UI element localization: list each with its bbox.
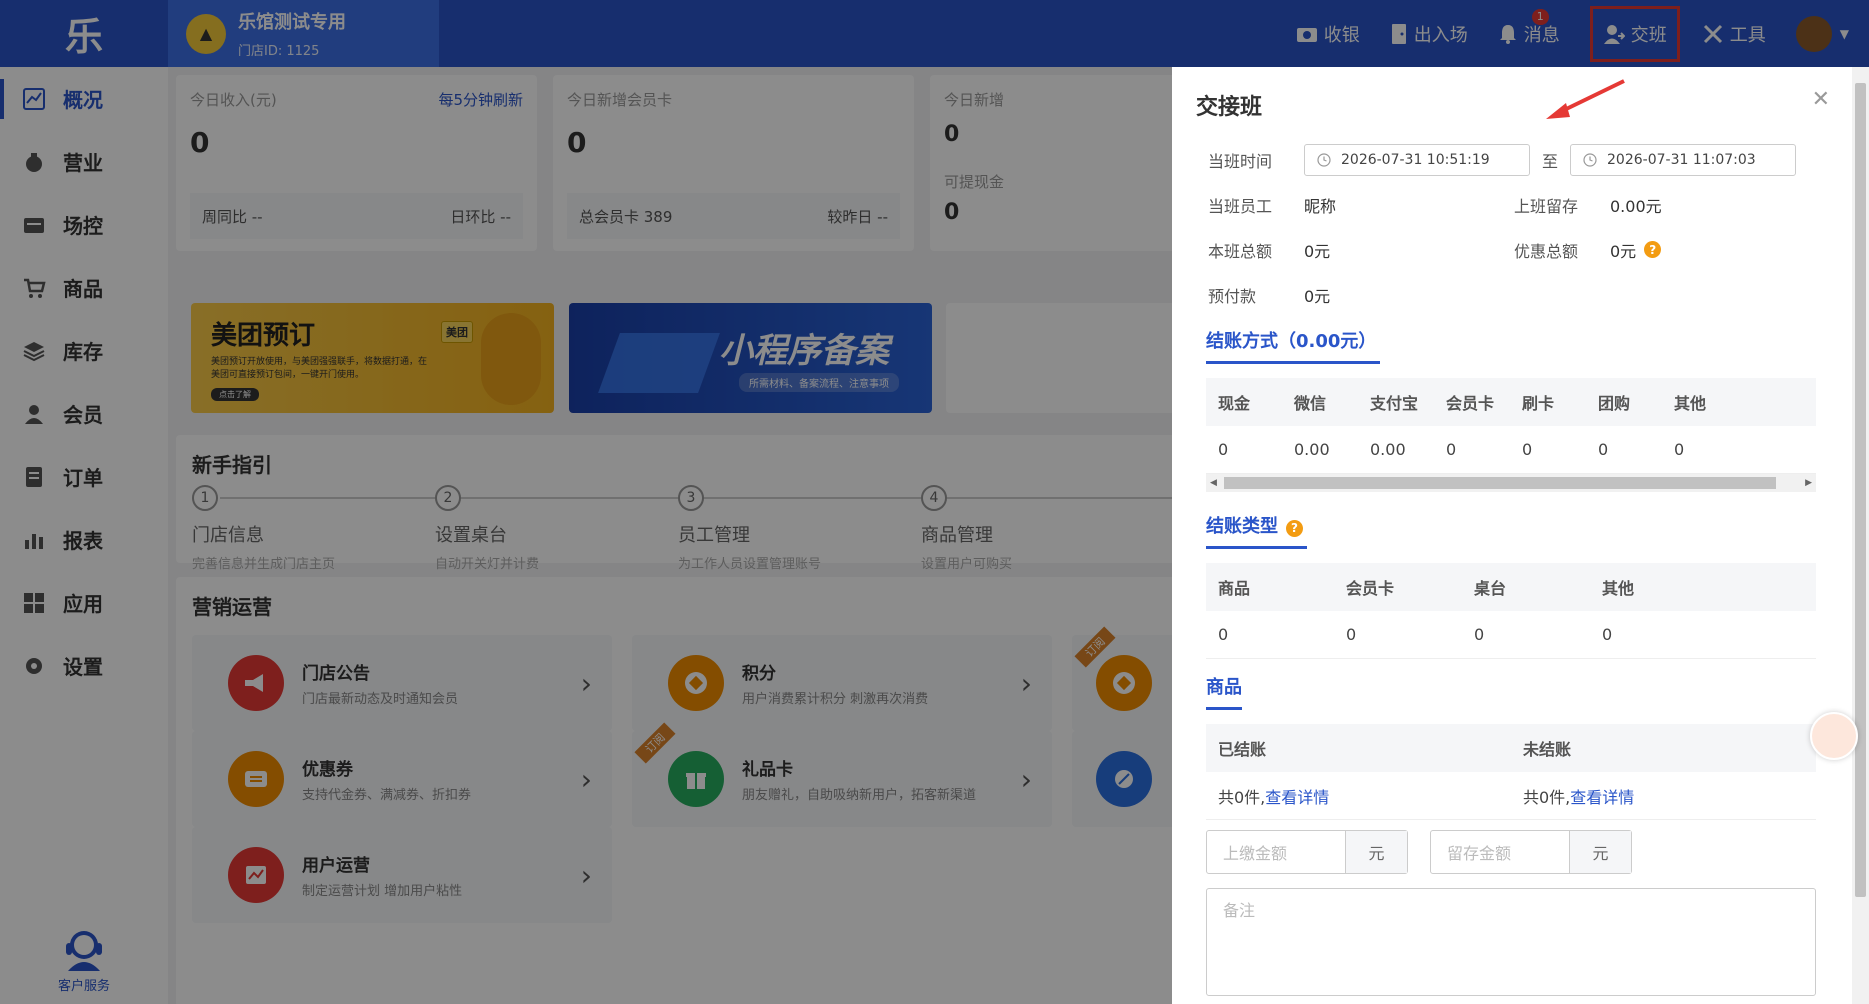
table-cell: 0.00 [1370,440,1406,459]
help-icon[interactable]: ? [1644,241,1662,258]
unsettled-count: 共0件, [1523,787,1571,807]
staff-row: 当班员工 昵称 上班留存 0.00元 [1196,182,1828,227]
tab-settlement-type[interactable]: 结账类型? [1206,506,1307,549]
discount-total-value: 0元 [1610,241,1637,261]
payment-table-header: 现金 微信 支付宝 会员卡 刷卡 团购 其他 [1206,378,1816,426]
column-header: 其他 [1674,394,1707,413]
settlement-type-table: 商品 会员卡 桌台 其他 0 0 0 0 [1206,563,1816,659]
scrollbar-thumb[interactable] [1855,83,1866,897]
scroll-left-icon[interactable]: ◀ [1210,478,1217,488]
column-header: 现金 [1218,394,1251,413]
table-cell: 0 [1474,625,1485,644]
amount-inputs: 上缴金额 元 留存金额 元 [1206,830,1828,874]
unsettled-detail-link[interactable]: 查看详情 [1570,788,1634,807]
shift-total-label: 本班总额 [1208,241,1273,261]
table-cell: 0 [1602,625,1613,644]
retain-amount-input[interactable]: 留存金额 元 [1430,830,1632,874]
settlement-type-label: 结账类型 [1206,516,1278,537]
payment-table: 现金 微信 支付宝 会员卡 刷卡 团购 其他 0 0.00 0.00 0 0 0 0 ◀ ▶ [1206,378,1816,492]
discount-total-label: 优惠总额 [1514,241,1579,261]
settlement-type-header: 商品 会员卡 桌台 其他 [1206,563,1816,611]
previous-retained-label: 上班留存 [1514,196,1579,216]
table-row: 共0件,查看详情 共0件,查看详情 [1206,772,1816,820]
prepay-row: 预付款 0元 [1196,272,1828,317]
total-row: 本班总额 0元 优惠总额 0元 ? [1196,227,1828,272]
column-header: 商品 [1218,579,1251,598]
retain-amount-placeholder: 留存金额 [1447,844,1512,863]
end-time-value: 2026-07-31 11:07:03 [1607,151,1756,168]
shift-handover-drawer: 交接班 ✕ 当班时间 2026-07-31 10:51:19 至 2026-07… [1172,67,1852,1004]
shift-time-label: 当班时间 [1208,151,1273,171]
scroll-right-icon[interactable]: ▶ [1805,478,1812,488]
table-cell: 0 [1218,440,1229,459]
table-cell: 0 [1522,440,1533,459]
table-cell: 0 [1218,625,1229,644]
horizontal-scrollbar[interactable]: ◀ ▶ [1206,474,1816,492]
table-row: 0 0 0 0 [1206,611,1816,659]
goods-table-header: 已结账 未结账 [1206,724,1816,772]
staff-label: 当班员工 [1208,196,1273,216]
remark-textarea[interactable]: 备注 [1206,888,1816,996]
column-header: 桌台 [1474,579,1507,598]
currency-unit: 元 [1569,831,1631,873]
column-header: 刷卡 [1522,394,1555,413]
column-header: 会员卡 [1346,579,1395,598]
goods-table: 已结账 未结账 共0件,查看详情 共0件,查看详情 [1206,724,1816,820]
column-header: 团购 [1598,394,1631,413]
column-header: 支付宝 [1370,394,1419,413]
table-cell: 0 [1446,440,1457,459]
unsettled-header: 未结账 [1523,740,1572,759]
start-time-value: 2026-07-31 10:51:19 [1341,151,1490,168]
prepay-value: 0元 [1304,286,1331,306]
page-scrollbar[interactable] [1852,67,1869,1004]
handover-amount-input[interactable]: 上缴金额 元 [1206,830,1408,874]
close-icon[interactable]: ✕ [1812,87,1830,112]
previous-retained-value: 0.00元 [1610,196,1662,216]
tab-goods[interactable]: 商品 [1206,667,1242,710]
handover-amount-placeholder: 上缴金额 [1223,844,1288,863]
scrollbar-thumb[interactable] [1224,477,1776,489]
table-row: 0 0.00 0.00 0 0 0 0 [1206,426,1816,474]
clock-icon [1317,152,1331,167]
clock-icon [1583,152,1597,167]
assistant-avatar-icon[interactable] [1810,712,1858,760]
help-icon[interactable]: ? [1286,519,1303,537]
table-cell: 0 [1598,440,1609,459]
settled-detail-link[interactable]: 查看详情 [1265,788,1329,807]
drawer-title: 交接班 [1196,95,1263,120]
prepay-label: 预付款 [1208,286,1257,306]
column-header: 微信 [1294,394,1327,413]
table-cell: 0.00 [1294,440,1330,459]
column-header: 其他 [1602,579,1635,598]
range-separator: 至 [1542,151,1559,171]
annotation-arrow-icon [1546,79,1625,119]
unsettled-cell: 共0件,查看详情 [1511,784,1634,808]
end-time-picker[interactable]: 2026-07-31 11:07:03 [1570,143,1797,176]
column-header: 会员卡 [1446,394,1495,413]
currency-unit: 元 [1345,831,1407,873]
staff-value: 昵称 [1304,196,1337,216]
tab-payment-methods[interactable]: 结账方式（0.00元） [1206,321,1381,364]
table-cell: 0 [1674,440,1685,459]
settled-count: 共0件, [1218,787,1266,807]
table-cell: 0 [1346,625,1357,644]
settled-header: 已结账 [1218,740,1267,759]
settled-cell: 共0件,查看详情 [1206,784,1511,808]
shift-total-value: 0元 [1304,241,1331,261]
start-time-picker[interactable]: 2026-07-31 10:51:19 [1304,143,1530,176]
shift-time-row: 当班时间 2026-07-31 10:51:19 至 2026-07-31 11… [1196,137,1828,182]
